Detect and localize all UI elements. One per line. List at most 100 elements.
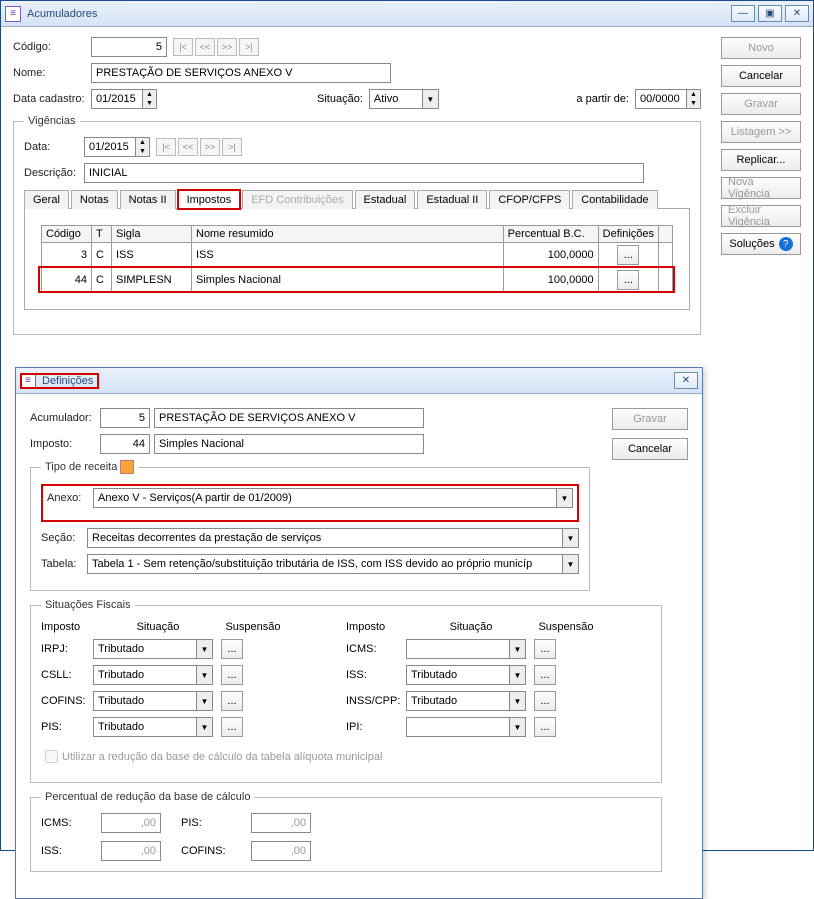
dialog-close-button[interactable]: ✕ [674,372,698,389]
chevron-down-icon[interactable]: ▼ [509,640,525,658]
sf-label: COFINS: [41,695,93,707]
sf-suspend-button[interactable]: ... [221,639,243,659]
table-row[interactable]: 44CSIMPLESNSimples Nacional100,0000... [42,268,673,293]
vig-nav-first[interactable]: |< [156,138,176,156]
dlg-imp-name: Simples Nacional [154,434,424,454]
tab-notas[interactable]: Notas [71,190,118,209]
sf-suspend-button[interactable]: ... [534,639,556,659]
minimize-button[interactable]: — [731,5,755,22]
maximize-button[interactable]: ▣ [758,5,782,22]
vigencias-group: Vigências Data: 01/2015 ▲▼ |< << >> >| [13,115,701,335]
vig-nav-last[interactable]: >| [222,138,242,156]
chevron-down-icon[interactable]: ▼ [556,489,572,507]
vig-desc-field[interactable]: INICIAL [84,163,644,183]
sf-select[interactable]: ▼ [406,717,526,737]
nav-last[interactable]: >| [239,38,259,56]
sf-select[interactable]: Tributado▼ [406,691,526,711]
sf-select[interactable]: Tributado▼ [93,717,213,737]
anexo-select[interactable]: Anexo V - Serviços(A partir de 01/2009)▼ [93,488,573,508]
impostos-grid[interactable]: CódigoTSiglaNome resumidoPercentual B.C.… [41,225,673,293]
chevron-down-icon[interactable]: ▼ [509,666,525,684]
close-button[interactable]: ✕ [785,5,809,22]
data-cadastro-label: Data cadastro: [13,93,91,105]
chevron-down-icon[interactable]: ▼ [509,718,525,736]
perc-field: ,00 [101,813,161,833]
perc-label: ISS: [41,845,91,857]
sf-label: IPI: [346,721,406,733]
chevron-down-icon[interactable]: ▼ [422,90,438,108]
dlg-cancelar-button[interactable]: Cancelar [612,438,688,460]
grid-header[interactable]: Percentual B.C. [503,226,598,243]
secao-select[interactable]: Receitas decorrentes da prestação de ser… [87,528,579,548]
nav-next[interactable]: >> [217,38,237,56]
dlg-gravar-button[interactable]: Gravar [612,408,688,430]
apartir-field[interactable]: 00/0000 ▲▼ [635,89,701,109]
sf-select[interactable]: Tributado▼ [93,639,213,659]
chevron-down-icon[interactable]: ▼ [509,692,525,710]
novo-button[interactable]: Novo [721,37,801,59]
tab-contabilidade[interactable]: Contabilidade [572,190,657,209]
grid-header[interactable]: Sigla [112,226,192,243]
sf-suspend-button[interactable]: ... [534,691,556,711]
sf-suspend-button[interactable]: ... [221,717,243,737]
tab-estadual-ii[interactable]: Estadual II [417,190,487,209]
main-window: ≡ Acumuladores — ▣ ✕ Novo Cancelar Grava… [0,0,814,851]
excluir-vigencia-button[interactable]: Excluir Vigência [721,205,801,227]
sf-select[interactable]: ▼ [406,639,526,659]
tab-estadual[interactable]: Estadual [355,190,416,209]
tabela-select[interactable]: Tabela 1 - Sem retenção/substituição tri… [87,554,579,574]
reducao-label: Utilizar a redução da base de cálculo da… [62,751,382,763]
tab-impostos[interactable]: Impostos [178,190,241,209]
solucoes-button[interactable]: Soluções? [721,233,801,255]
sf-suspend-button[interactable]: ... [534,665,556,685]
situacao-select[interactable]: Ativo▼ [369,89,439,109]
sf-label: CSLL: [41,669,93,681]
grid-header[interactable]: Definições [598,226,658,243]
situacao-label: Situação: [317,93,363,105]
nav-prev[interactable]: << [195,38,215,56]
replicar-button[interactable]: Replicar... [721,149,801,171]
perc-label: PIS: [181,817,241,829]
tab-notas-ii[interactable]: Notas II [120,190,176,209]
chevron-down-icon[interactable]: ▼ [196,640,212,658]
tab-geral[interactable]: Geral [24,190,69,209]
chevron-down-icon[interactable]: ▼ [196,692,212,710]
sf-suspend-button[interactable]: ... [534,717,556,737]
spin-down-icon[interactable]: ▼ [142,99,156,108]
grid-header[interactable]: Código [42,226,92,243]
chevron-down-icon[interactable]: ▼ [562,529,578,547]
chevron-down-icon[interactable]: ▼ [196,718,212,736]
chevron-down-icon[interactable]: ▼ [562,555,578,573]
nome-label: Nome: [13,67,91,79]
spin-down-icon[interactable]: ▼ [686,99,700,108]
chevron-down-icon[interactable]: ▼ [196,666,212,684]
data-cadastro-field[interactable]: 01/2015 ▲▼ [91,89,157,109]
gravar-button[interactable]: Gravar [721,93,801,115]
nav-first[interactable]: |< [173,38,193,56]
sf-suspend-button[interactable]: ... [221,691,243,711]
vig-data-field[interactable]: 01/2015 ▲▼ [84,137,150,157]
nome-field[interactable]: PRESTAÇÃO DE SERVIÇOS ANEXO V [91,63,391,83]
sf-select[interactable]: Tributado▼ [406,665,526,685]
definicoes-button[interactable]: ... [617,245,639,265]
vig-nav-next[interactable]: >> [200,138,220,156]
dialog-titlebar: ≡ Definições ✕ [16,368,702,394]
sf-select[interactable]: Tributado▼ [93,691,213,711]
cancelar-button[interactable]: Cancelar [721,65,801,87]
spin-up-icon[interactable]: ▲ [142,90,156,99]
tipo-receita-group: Tipo de receita Anexo: Anexo V - Serviço… [30,460,590,591]
nova-vigencia-button[interactable]: Nova Vigência [721,177,801,199]
sit-fiscais-group: Situações Fiscais Imposto Situação Suspe… [30,599,662,783]
listagem-button[interactable]: Listagem >> [721,121,801,143]
spin-up-icon[interactable]: ▲ [686,90,700,99]
vig-nav-prev[interactable]: << [178,138,198,156]
codigo-field[interactable]: 5 [91,37,167,57]
definicoes-button[interactable]: ... [617,270,639,290]
grid-header[interactable]: Nome resumido [192,226,504,243]
sit-fiscais-legend: Situações Fiscais [41,599,135,611]
grid-header[interactable]: T [92,226,112,243]
sf-select[interactable]: Tributado▼ [93,665,213,685]
tab-cfop-cfps[interactable]: CFOP/CFPS [489,190,570,209]
sf-suspend-button[interactable]: ... [221,665,243,685]
table-row[interactable]: 3CISSISS100,0000... [42,243,673,268]
